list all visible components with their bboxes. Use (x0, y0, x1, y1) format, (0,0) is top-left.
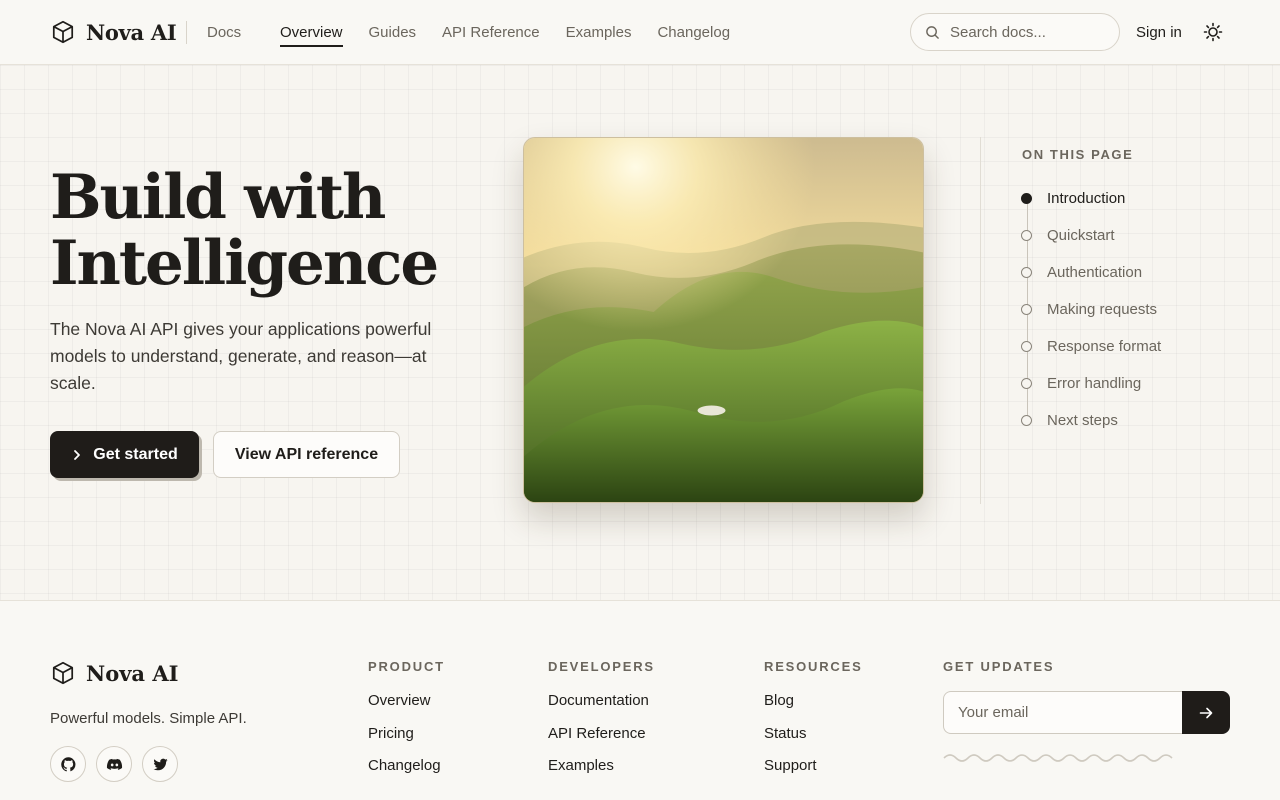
toc-item-label: Error handling (1047, 375, 1142, 392)
footer-column-title: DEVELOPERS (548, 659, 655, 674)
footer-column-developers: DEVELOPERS Documentation API Reference E… (548, 659, 655, 790)
theme-toggle-button[interactable] (1202, 21, 1224, 43)
toc-item-response-format[interactable]: Response format (1021, 338, 1161, 375)
on-this-page-toc: ON THIS PAGE Introduction Quickstart Aut… (980, 137, 1230, 504)
search-icon (926, 25, 939, 39)
nav-item-overview[interactable]: Overview (280, 24, 343, 47)
footer-column-updates: GET UPDATES (943, 659, 1054, 674)
nav-item-changelog[interactable]: Changelog (657, 24, 730, 41)
toc-item-label: Authentication (1047, 264, 1143, 281)
github-icon (60, 756, 75, 771)
toc-heading: ON THIS PAGE (1022, 147, 1134, 162)
cube-icon (52, 20, 74, 44)
footer-column-resources: RESOURCES Blog Status Support (764, 659, 863, 790)
nav-item-api-reference[interactable]: API Reference (442, 24, 540, 41)
toc-dot-icon (1021, 193, 1032, 204)
discord-icon (106, 758, 122, 770)
toc-item-label: Making requests (1047, 301, 1158, 318)
cube-icon (52, 661, 74, 685)
hero-title-line-2: Intelligence (50, 228, 439, 299)
footer-link-api-reference[interactable]: API Reference (548, 725, 655, 758)
brand-name: Nova AI (86, 19, 177, 45)
view-api-reference-button[interactable]: View API reference (213, 431, 400, 478)
toc-item-label: Quickstart (1047, 227, 1115, 244)
footer-link-support[interactable]: Support (764, 757, 863, 790)
search-input[interactable] (950, 23, 1110, 41)
brand-logo[interactable]: Nova AI (50, 18, 177, 46)
chevron-right-icon (74, 449, 81, 460)
nav-item-examples[interactable]: Examples (566, 24, 632, 41)
toc-dot-icon (1021, 230, 1032, 241)
landscape-illustration (524, 138, 923, 502)
email-input[interactable] (943, 691, 1183, 734)
sign-in-link[interactable]: Sign in (1136, 24, 1182, 41)
docs-section-label[interactable]: Docs (207, 24, 241, 41)
toc-item-authentication[interactable]: Authentication (1021, 264, 1161, 301)
footer-link-pricing[interactable]: Pricing (368, 725, 445, 758)
discord-link[interactable] (96, 746, 132, 782)
toc-dot-icon (1021, 378, 1032, 389)
toc-dot-icon (1021, 341, 1032, 352)
footer-link-status[interactable]: Status (764, 725, 863, 758)
footer-link-changelog[interactable]: Changelog (368, 757, 445, 790)
github-link[interactable] (50, 746, 86, 782)
toc-item-making-requests[interactable]: Making requests (1021, 301, 1161, 338)
toc-item-label: Response format (1047, 338, 1162, 355)
hero-landscape-image (523, 137, 924, 503)
footer-column-title: GET UPDATES (943, 659, 1055, 674)
footer-link-examples[interactable]: Examples (548, 757, 655, 790)
footer-brand-name: Nova AI (86, 660, 179, 686)
subscribe-button[interactable] (1182, 691, 1230, 734)
toc-item-introduction[interactable]: Introduction (1021, 190, 1161, 227)
footer-tagline: Powerful models. Simple API. (50, 710, 247, 727)
footer-link-documentation[interactable]: Documentation (548, 692, 655, 725)
get-started-button[interactable]: Get started (50, 431, 199, 478)
decorative-squiggle (943, 754, 1173, 762)
get-started-label: Get started (93, 445, 178, 463)
toc-item-label: Next steps (1047, 412, 1118, 429)
footer-column-title: PRODUCT (368, 659, 445, 674)
footer-column-product: PRODUCT Overview Pricing Changelog (368, 659, 445, 790)
top-header: Nova AI Docs Overview Guides API Referen… (0, 0, 1280, 65)
footer-column-title: RESOURCES (764, 659, 863, 674)
search-box[interactable] (910, 13, 1120, 51)
toc-dot-icon (1021, 304, 1032, 315)
twitter-link[interactable] (142, 746, 178, 782)
hero-title: Build with Intelligence (50, 165, 490, 297)
toc-item-next-steps[interactable]: Next steps (1021, 412, 1161, 449)
toc-dot-icon (1021, 267, 1032, 278)
footer-link-overview[interactable]: Overview (368, 692, 445, 725)
hero-section: Build with Intelligence The Nova AI API … (0, 65, 1280, 601)
arrow-right-icon (1199, 707, 1213, 718)
brand-divider (186, 21, 187, 44)
main-nav: Overview Guides API Reference Examples C… (280, 24, 756, 47)
toc-dot-icon (1021, 415, 1032, 426)
footer-link-blog[interactable]: Blog (764, 692, 863, 725)
toc-item-quickstart[interactable]: Quickstart (1021, 227, 1161, 264)
site-footer: Nova AI Powerful models. Simple API. PRO… (0, 601, 1280, 800)
toc-item-label: Introduction (1047, 190, 1126, 207)
sun-icon (1203, 22, 1223, 42)
newsletter-form (943, 691, 1230, 734)
hero-description: The Nova AI API gives your applications … (50, 319, 432, 393)
hero-title-line-1: Build with (50, 162, 386, 233)
toc-item-error-handling[interactable]: Error handling (1021, 375, 1161, 412)
social-links (50, 746, 188, 782)
nav-item-guides[interactable]: Guides (369, 24, 417, 41)
toc-list: Introduction Quickstart Authentication M… (1021, 190, 1161, 449)
footer-brand[interactable]: Nova AI (50, 660, 178, 686)
twitter-icon (152, 758, 168, 770)
